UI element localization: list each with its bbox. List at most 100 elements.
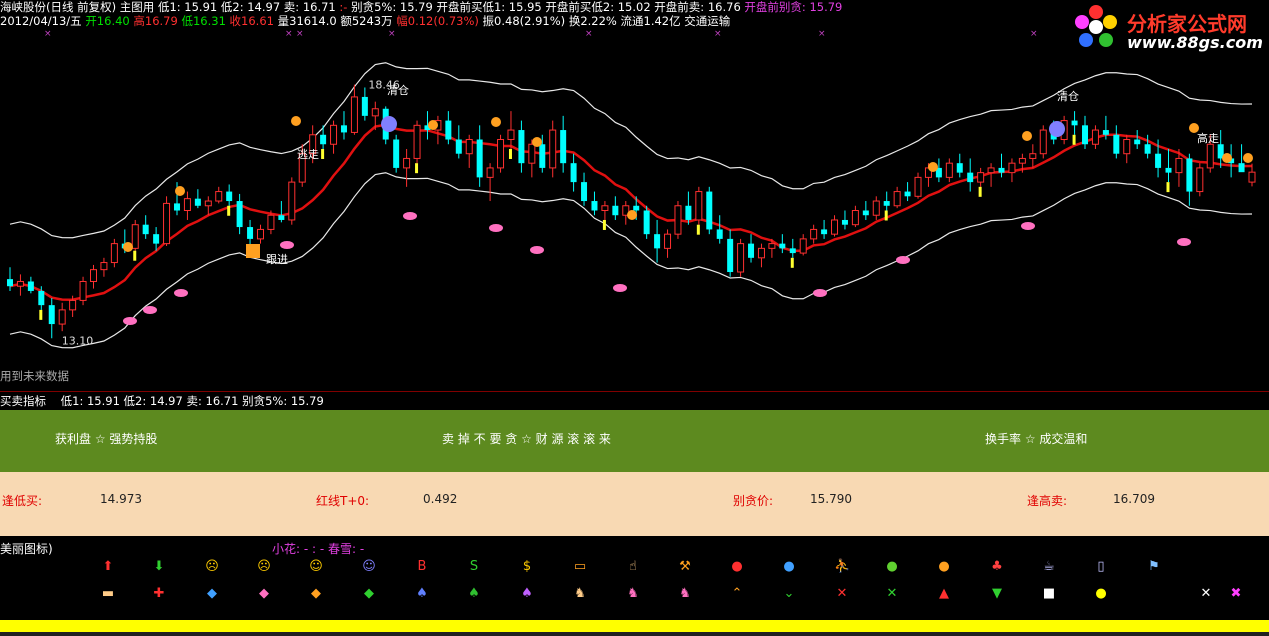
cup-icon[interactable]: ☕ (1041, 559, 1057, 575)
orange-signal-icon (428, 120, 438, 130)
candle-body (445, 120, 452, 140)
orange-signal-icon (1022, 131, 1032, 141)
white-x-icon[interactable]: ✕ (1198, 586, 1214, 602)
indicator-name[interactable]: 买卖指标 (0, 394, 46, 408)
red-ball-icon[interactable]: ● (729, 559, 745, 575)
up-arrow-icon[interactable]: ⬆ (100, 559, 116, 575)
candle-body (340, 125, 347, 133)
hammer-icon[interactable]: ⚒ (677, 559, 693, 575)
candle-body (581, 182, 588, 202)
pink-gem-signal-icon (613, 284, 627, 292)
white-square-icon[interactable]: ■ (1041, 586, 1057, 602)
icons-sub-label: 小花: - : - 春雪: - (272, 542, 365, 556)
red-triangle-icon[interactable]: ▲ (936, 586, 952, 602)
panel-separator (0, 391, 1269, 392)
candle-body (455, 139, 462, 154)
pink-figure-icon[interactable]: ♞ (625, 586, 641, 602)
blue-ball-icon[interactable]: ● (781, 559, 797, 575)
candle-body (413, 124, 421, 159)
orange-icon[interactable]: ● (936, 559, 952, 575)
pink-gem-signal-icon (143, 306, 157, 314)
candle-body (1165, 167, 1172, 173)
candle-body (465, 139, 473, 155)
letter-b-icon[interactable]: B (414, 559, 430, 575)
orange-signal-icon (532, 137, 542, 147)
candle-body (560, 130, 567, 164)
letter-s-icon[interactable]: S (466, 559, 482, 575)
volume-signal-bar (133, 250, 137, 261)
signal-label: 高走 (1197, 131, 1219, 145)
cross-icon[interactable]: ✚ (151, 586, 167, 602)
sign-icon[interactable]: ▭ (572, 559, 588, 575)
header-segment: 别贪5%: 15.79 开盘前买低1: 15.95 开盘前买低2: 15.02 … (351, 0, 745, 14)
candle-body (278, 215, 285, 220)
candle-body (799, 238, 807, 254)
low-price-label: 13.10 (62, 334, 93, 347)
cherries-icon[interactable]: ♣ (989, 559, 1005, 575)
candle-body (518, 130, 525, 164)
candle-body (173, 203, 180, 211)
header-segment: 幅0.12(0.73%) (396, 14, 483, 28)
candle-body (831, 219, 839, 235)
tan-figure-icon[interactable]: ♞ (572, 586, 588, 602)
cake-icon[interactable]: ▬ (100, 586, 116, 602)
face-scared-icon[interactable]: ☹ (204, 559, 220, 575)
yellow-circle-icon[interactable]: ● (1093, 586, 1109, 602)
candle-body (757, 247, 765, 259)
blue-gem-icon[interactable]: ◆ (204, 586, 220, 602)
up-chevron-icon[interactable]: ⌃ (729, 586, 745, 602)
face-smile-icon[interactable]: ☺ (308, 559, 324, 575)
green-triangle-icon[interactable]: ▼ (989, 586, 1005, 602)
candle-body (528, 143, 536, 164)
green-signal-band: 获利盘 ☆ 强势持股 卖 掉 不 要 贪 ☆ 财 源 滚 滚 来 换手率 ☆ 成… (0, 410, 1269, 472)
candle-body (810, 228, 818, 240)
candle-body (872, 200, 880, 216)
purple-bat-icon[interactable]: ♠ (519, 586, 535, 602)
candle-body (69, 299, 77, 311)
pink-figure2-icon[interactable]: ♞ (677, 586, 693, 602)
price-chart[interactable]: 18.4613.10清仓 清仓逃走高走跟进 (0, 28, 1269, 390)
candle-body (612, 205, 619, 216)
down-chevron-icon[interactable]: ⌄ (781, 586, 797, 602)
pink-gem-signal-icon (530, 246, 544, 254)
icons-panel-title[interactable]: 美丽图标) (0, 540, 53, 557)
orange-gem-icon[interactable]: ◆ (308, 586, 324, 602)
candle-body (330, 124, 338, 145)
green-x-icon[interactable]: ✕ (884, 586, 900, 602)
indicator-row: 买卖指标 低1: 15.91 低2: 14.97 卖: 16.71 别贪5%: … (0, 393, 324, 409)
candle-body (956, 163, 963, 173)
red-x-icon[interactable]: ✕ (834, 586, 850, 602)
candle-body (549, 129, 557, 169)
pink-gem-icon[interactable]: ◆ (256, 586, 272, 602)
face-purple-signal-icon (381, 116, 397, 132)
header-segment: 海峡股份(日线 前复权) 主图用 (0, 0, 158, 14)
candle-body (851, 210, 859, 226)
green-apple-icon[interactable]: ● (884, 559, 900, 575)
candle-body (1238, 163, 1245, 173)
candle-body (267, 214, 275, 230)
phone-icon[interactable]: ▯ (1093, 559, 1109, 575)
money-bag-icon[interactable]: $ (519, 559, 535, 575)
green-bat-icon[interactable]: ♠ (466, 586, 482, 602)
header-segment: 低16.31 (181, 14, 230, 28)
orange-signal-icon (928, 162, 938, 172)
face-purple-icon[interactable]: ☺ (361, 559, 377, 575)
candle-body (58, 309, 66, 325)
candle-body (977, 172, 985, 183)
blue-bat-icon[interactable]: ♠ (414, 586, 430, 602)
sell-high-label: 逢高卖: (1027, 494, 1068, 508)
candle-body (1082, 125, 1089, 145)
face-sad-icon[interactable]: ☹ (256, 559, 272, 575)
indicator-values: 低1: 15.91 低2: 14.97 卖: 16.71 别贪5%: 15.79 (60, 394, 324, 408)
header-segment: 低1: 15.91 低2: 14.97 卖: 16.71 (157, 0, 336, 14)
flag-icon[interactable]: ⚑ (1146, 559, 1162, 575)
pink-x-icon[interactable]: ✖ (1228, 586, 1244, 602)
candle-body (110, 243, 118, 264)
runner-icon[interactable]: ⛹ (834, 559, 850, 575)
candle-body (507, 129, 515, 141)
green-gem-icon[interactable]: ◆ (361, 586, 377, 602)
candle-body (1123, 139, 1131, 155)
down-arrow-icon[interactable]: ⬇ (151, 559, 167, 575)
hand-icon[interactable]: ☝ (625, 559, 641, 575)
orange-signal-icon (175, 186, 185, 196)
